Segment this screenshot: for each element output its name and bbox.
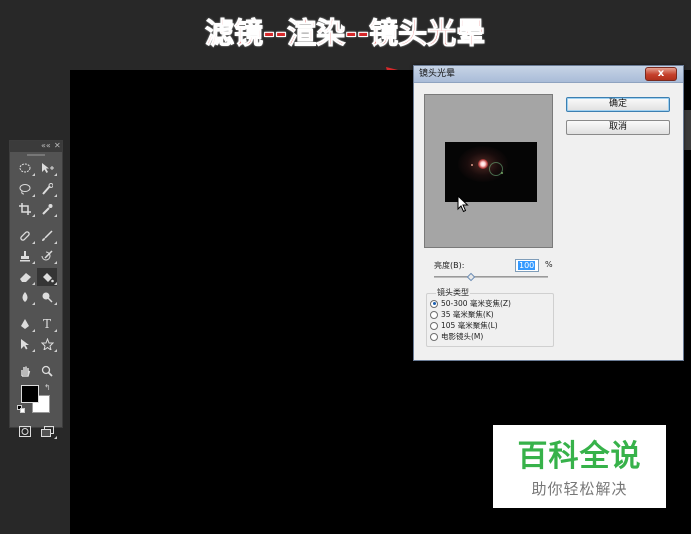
close-icon[interactable]: ✕ [54, 140, 61, 151]
crop-icon[interactable] [15, 200, 35, 218]
pen-icon[interactable] [15, 315, 35, 333]
lens-option-label: 35 毫米聚焦(K) [441, 310, 494, 319]
brightness-unit: % [545, 260, 553, 269]
preview-image[interactable] [445, 142, 537, 202]
watermark-subtitle: 助你轻松解决 [531, 480, 628, 498]
stamp-icon[interactable] [15, 247, 35, 265]
radio-button[interactable] [430, 332, 438, 341]
flare-preview[interactable] [424, 94, 553, 248]
collapse-icon[interactable]: «« [41, 140, 51, 151]
swap-colors-icon[interactable]: ↰ [44, 383, 51, 392]
lens-option-label: 105 毫米聚焦(L) [441, 321, 498, 330]
lens-flare-dialog: 镜头光晕 x 确定 取消 亮度(B): 100 % 镜头类型 50-300 毫米… [413, 65, 684, 361]
foreground-color-swatch[interactable] [21, 385, 39, 403]
default-colors-icon[interactable] [17, 405, 25, 413]
lasso-icon[interactable] [15, 180, 35, 198]
eyedropper-icon[interactable] [37, 200, 57, 218]
brightness-label: 亮度(B): [434, 261, 465, 270]
zoom-icon[interactable] [37, 362, 57, 380]
quick-selection-icon[interactable] [37, 180, 57, 198]
color-swatches: ↰ [15, 383, 57, 419]
type-icon[interactable]: T [37, 315, 57, 333]
watermark-title: 百科全说 [517, 439, 642, 474]
radio-button[interactable] [430, 321, 438, 330]
eraser-icon[interactable] [15, 268, 35, 286]
path-selection-icon[interactable] [15, 335, 35, 353]
hand-icon[interactable] [15, 362, 35, 380]
annotation-title: 滤镜--渲染--镜头光晕 [205, 16, 486, 51]
close-icon: x [657, 68, 665, 79]
brightness-input[interactable]: 100 [515, 259, 539, 272]
tools-panel: «« ✕ T ↰ [9, 140, 63, 439]
screen-mode-icon[interactable] [37, 422, 57, 440]
dodge-icon[interactable] [37, 288, 57, 306]
dialog-titlebar[interactable]: 镜头光晕 x [414, 66, 683, 83]
brightness-slider[interactable] [434, 272, 548, 282]
quick-mask-icon[interactable] [15, 422, 35, 440]
dialog-body: 确定 取消 亮度(B): 100 % 镜头类型 50-300 毫米变焦(Z) 3… [414, 83, 683, 360]
paint-bucket-icon[interactable] [37, 267, 57, 286]
watermark: 百科全说 助你轻松解决 [493, 425, 666, 508]
brightness-row: 亮度(B): 100 % [434, 259, 554, 273]
brightness-value: 100 [518, 261, 536, 270]
radio-button[interactable] [430, 299, 438, 308]
move-icon[interactable] [37, 159, 57, 177]
flare-spot [471, 164, 473, 166]
marquee-icon[interactable] [15, 159, 35, 177]
lens-option-label: 电影镜头(M) [441, 332, 484, 341]
blur-icon[interactable] [15, 288, 35, 306]
dialog-title: 镜头光晕 [419, 69, 456, 79]
flare-spot [501, 172, 503, 174]
lens-option-label: 50-300 毫米变焦(Z) [441, 299, 511, 308]
brush-icon[interactable] [37, 227, 57, 245]
cancel-button[interactable]: 取消 [566, 120, 670, 135]
shape-icon[interactable] [37, 335, 57, 353]
tools-panel-header[interactable]: «« ✕ [10, 141, 62, 152]
lens-type-label: 镜头类型 [436, 287, 470, 298]
lens-option-movie-prime[interactable]: 电影镜头(M) [430, 331, 483, 342]
radio-button[interactable] [430, 310, 438, 319]
healing-brush-icon[interactable] [15, 227, 35, 245]
lens-type-group: 镜头类型 50-300 毫米变焦(Z) 35 毫米聚焦(K) 105 毫米聚焦(… [426, 287, 554, 347]
cursor-icon [457, 195, 469, 213]
close-button[interactable]: x [645, 67, 677, 81]
lens-option-50-300[interactable]: 50-300 毫米变焦(Z) [430, 298, 511, 309]
flare-center[interactable] [478, 159, 488, 169]
lens-option-105[interactable]: 105 毫米聚焦(L) [430, 320, 498, 331]
history-brush-icon[interactable] [37, 247, 57, 265]
ok-button[interactable]: 确定 [566, 97, 670, 112]
brightness-slider-thumb[interactable] [466, 272, 475, 282]
lens-option-35[interactable]: 35 毫米聚焦(K) [430, 309, 494, 320]
panel-collapse-strip[interactable] [683, 110, 691, 150]
